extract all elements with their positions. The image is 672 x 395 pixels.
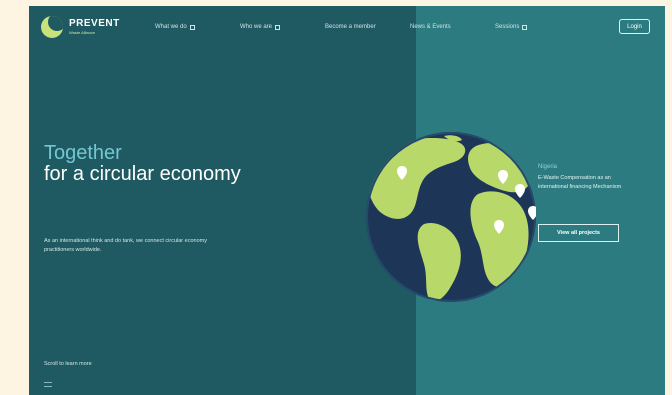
nav-label: Sessions <box>495 24 520 30</box>
nav-sessions[interactable]: Sessions <box>495 24 528 30</box>
chevron-box-icon <box>522 24 528 30</box>
nav-label: What we do <box>155 24 187 30</box>
chevron-box-icon <box>275 24 281 30</box>
globe-illustration <box>366 132 536 302</box>
brand-subtitle: Waste Alliance <box>69 30 96 35</box>
view-all-projects-button[interactable]: View all projects <box>538 224 619 242</box>
nav-news-events[interactable]: News & Events <box>410 24 451 30</box>
hero-intro: As an international think and do tank, w… <box>44 238 207 253</box>
project-description: E-Waste Compensation as an international… <box>538 175 622 190</box>
login-button[interactable]: Login <box>619 19 650 34</box>
nav-become-member[interactable]: Become a member <box>325 24 376 30</box>
project-country[interactable]: Nigeria <box>538 164 557 170</box>
scroll-indicator-icon <box>44 382 52 387</box>
nav-label: Become a member <box>325 24 376 30</box>
brand-name: PREVENT <box>69 18 120 29</box>
hero-section: PREVENT Waste Alliance What we do Who we… <box>29 6 665 395</box>
chevron-box-icon <box>189 24 195 30</box>
scroll-hint[interactable]: Scroll to learn more <box>44 361 92 367</box>
nav-who-we-are[interactable]: Who we are <box>240 24 281 30</box>
top-navigation: PREVENT Waste Alliance What we do Who we… <box>29 6 665 46</box>
hero-title-accent: Together <box>44 142 122 164</box>
nav-label: Who we are <box>240 24 273 30</box>
logo-mark-icon <box>41 16 63 38</box>
nav-label: News & Events <box>410 24 451 30</box>
logo[interactable]: PREVENT Waste Alliance <box>41 16 120 38</box>
hero-title: for a circular economy <box>44 163 241 185</box>
nav-what-we-do[interactable]: What we do <box>155 24 195 30</box>
